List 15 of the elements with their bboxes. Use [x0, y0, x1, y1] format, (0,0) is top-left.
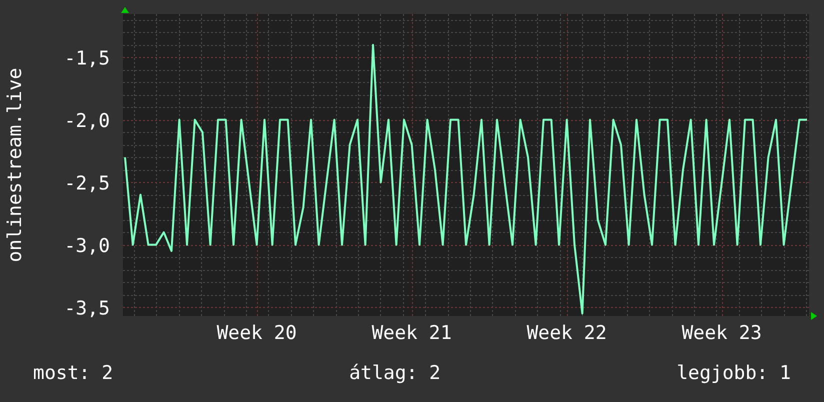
y-tick-label: -2,5: [64, 172, 110, 194]
y-tick-label: -2,0: [64, 110, 110, 132]
x-tick-label: Week 20: [216, 322, 297, 344]
x-tick-label: Week 21: [372, 322, 452, 344]
best-value: legjobb: 1: [676, 362, 791, 384]
axis-arrow-icon: [811, 312, 817, 320]
y-tick-label: -3,5: [64, 297, 110, 320]
y-axis-label: onlinestream.live: [4, 68, 26, 262]
y-tick-label: -3,0: [64, 234, 110, 257]
x-tick-label: Week 23: [682, 322, 762, 344]
average-value: átlag: 2: [349, 362, 441, 384]
current-value: most: 2: [33, 362, 114, 384]
axis-arrow-icon: [121, 7, 129, 13]
x-tick-label: Week 22: [526, 322, 607, 344]
y-tick-label: -1,5: [64, 47, 110, 70]
